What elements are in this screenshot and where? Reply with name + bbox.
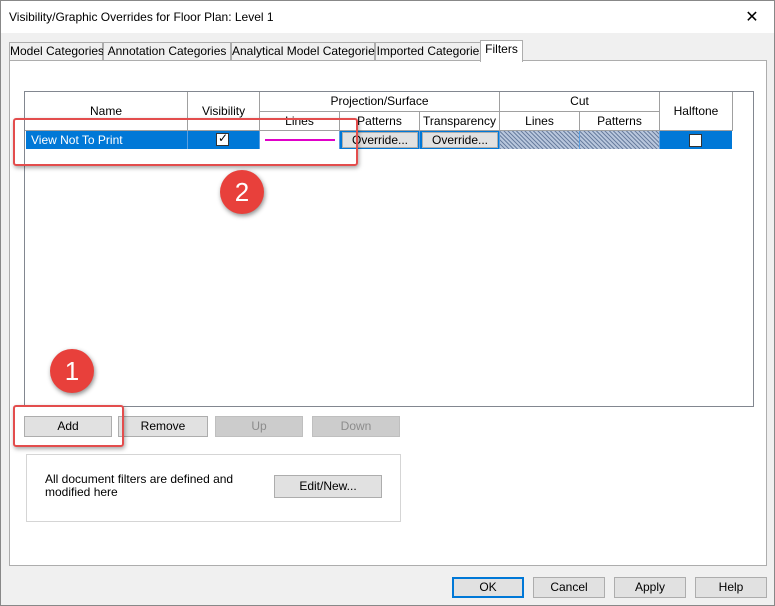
halftone-checkbox[interactable] — [689, 134, 702, 147]
tab-annotation-categories[interactable]: Annotation Categories — [103, 42, 231, 61]
visibility-graphics-dialog: Visibility/Graphic Overrides for Floor P… — [0, 0, 775, 606]
apply-button[interactable]: Apply — [614, 577, 686, 598]
filters-note: All document filters are defined and mod… — [45, 472, 234, 499]
transparency-override-button[interactable]: Override... — [422, 132, 498, 148]
header-projection-surface: Projection/Surface — [260, 92, 500, 112]
tab-filters[interactable]: Filters — [480, 40, 523, 62]
projection-transparency-cell: Override... — [420, 131, 500, 149]
cancel-button[interactable]: Cancel — [533, 577, 605, 598]
header-cut: Cut — [500, 92, 660, 112]
callout-rect-filter-row — [13, 118, 358, 166]
help-button[interactable]: Help — [695, 577, 767, 598]
window-title: Visibility/Graphic Overrides for Floor P… — [9, 10, 274, 24]
tab-analytical-model-categories[interactable]: Analytical Model Categories — [231, 42, 381, 61]
header-cut-lines[interactable]: Lines — [500, 112, 580, 131]
close-button[interactable]: ✕ — [730, 1, 774, 33]
header-cut-patterns[interactable]: Patterns — [580, 112, 660, 131]
down-button[interactable]: Down — [312, 416, 400, 437]
ok-button[interactable]: OK — [452, 577, 524, 598]
callout-rect-add-button — [13, 405, 124, 447]
remove-button[interactable]: Remove — [118, 416, 208, 437]
cut-lines-cell — [500, 131, 580, 149]
edit-new-button[interactable]: Edit/New... — [274, 475, 382, 498]
tab-imported-categories[interactable]: Imported Categories — [375, 42, 487, 61]
header-projection-transparency[interactable]: Transparency — [420, 112, 500, 131]
tab-model-categories[interactable]: Model Categories — [9, 42, 104, 61]
callout-badge-2: 2 — [220, 170, 264, 214]
halftone-cell[interactable] — [660, 131, 732, 149]
up-button[interactable]: Up — [215, 416, 303, 437]
filters-info-box: All document filters are defined and mod… — [26, 454, 401, 522]
title-bar: Visibility/Graphic Overrides for Floor P… — [1, 1, 774, 33]
cut-patterns-cell — [580, 131, 660, 149]
close-icon: ✕ — [745, 9, 759, 26]
header-halftone[interactable]: Halftone — [660, 92, 733, 131]
callout-badge-1: 1 — [50, 349, 94, 393]
